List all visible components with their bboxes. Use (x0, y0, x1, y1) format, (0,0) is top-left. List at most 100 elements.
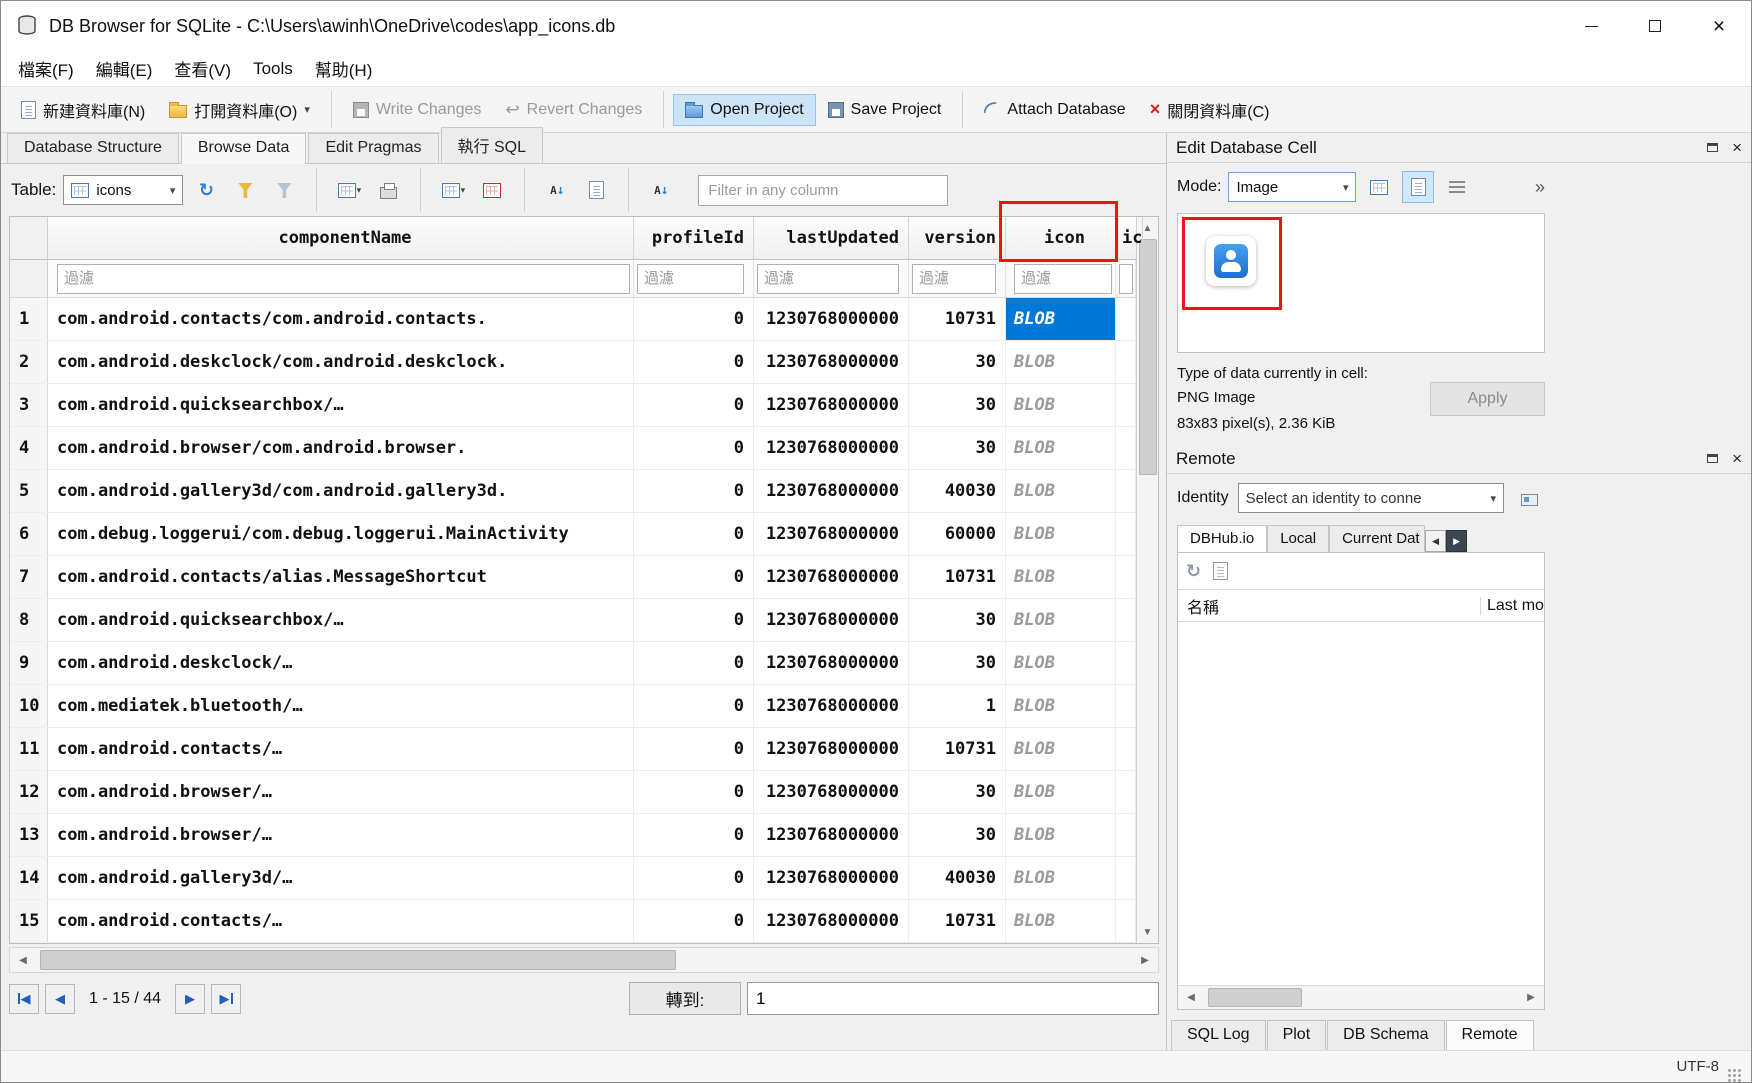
cell-component-name[interactable]: com.debug.loggerui/com.debug.loggerui.Ma… (48, 513, 634, 555)
filter-input-version[interactable] (912, 264, 996, 294)
cell-component-name[interactable]: com.android.quicksearchbox/… (48, 599, 634, 641)
filter-button[interactable] (229, 174, 261, 206)
scroll-left-icon[interactable]: ◀ (10, 948, 36, 972)
cell-icon-blob[interactable]: BLOB (1006, 384, 1116, 426)
tab-browse-data[interactable]: Browse Data (181, 133, 307, 164)
new-database-button[interactable]: 新建資料庫(N) (9, 91, 157, 129)
cell-last-updated[interactable]: 1230768000000 (754, 642, 909, 684)
import-data-button[interactable] (1363, 171, 1395, 203)
cell-profile-id[interactable]: 0 (634, 857, 754, 899)
refresh-button[interactable]: ↻ (190, 174, 222, 206)
cell-component-name[interactable]: com.android.contacts/alias.MessageShortc… (48, 556, 634, 598)
delete-record-button[interactable] (476, 174, 508, 206)
list-column-last-modified[interactable]: Last mo (1480, 597, 1544, 615)
cell-version[interactable]: 30 (909, 427, 1006, 469)
cell-partial[interactable] (1116, 685, 1136, 727)
save-filter-view-button[interactable] (580, 174, 612, 206)
cell-component-name[interactable]: com.android.browser/… (48, 771, 634, 813)
cell-last-updated[interactable]: 1230768000000 (754, 556, 909, 598)
open-database-dropdown-icon[interactable]: ▾ (304, 103, 310, 116)
menu-help[interactable]: 幫助(H) (304, 51, 384, 86)
remote-list-body[interactable] (1178, 622, 1544, 985)
remote-refresh-icon[interactable]: ↻ (1186, 561, 1201, 582)
cell-icon-blob[interactable]: BLOB (1006, 771, 1116, 813)
cell-version[interactable]: 30 (909, 642, 1006, 684)
menu-edit[interactable]: 編輯(E) (85, 51, 164, 86)
cell-component-name[interactable]: com.android.browser/com.android.browser. (48, 427, 634, 469)
cell-last-updated[interactable]: 1230768000000 (754, 857, 909, 899)
tab-scroll-left-icon[interactable]: ◀ (1425, 530, 1446, 552)
cell-component-name[interactable]: com.android.gallery3d/… (48, 857, 634, 899)
cell-version[interactable]: 30 (909, 384, 1006, 426)
remote-scrollbar-thumb[interactable] (1208, 988, 1302, 1007)
dock-tab-sql-log[interactable]: SQL Log (1171, 1020, 1266, 1050)
close-database-button[interactable]: × 關閉資料庫(C) (1138, 91, 1282, 129)
column-header-componentName[interactable]: componentName (48, 217, 634, 259)
edit-record-dropdown-button[interactable]: ▾ (333, 174, 365, 206)
cell-partial[interactable] (1116, 298, 1136, 340)
cell-component-name[interactable]: com.android.contacts/com.android.contact… (48, 298, 634, 340)
cell-component-name[interactable]: com.android.gallery3d/com.android.galler… (48, 470, 634, 512)
clone-database-icon[interactable] (1213, 562, 1228, 580)
column-header-profileId[interactable]: profileId (634, 217, 754, 259)
first-page-button[interactable]: ◀ (9, 984, 39, 1014)
mode-select[interactable]: Image ▾ (1228, 172, 1356, 202)
cell-partial[interactable] (1116, 900, 1136, 942)
cell-partial[interactable] (1116, 814, 1136, 856)
cell-last-updated[interactable]: 1230768000000 (754, 728, 909, 770)
cell-icon-blob[interactable]: BLOB (1006, 900, 1116, 942)
tab-execute-sql[interactable]: 執行 SQL (441, 127, 543, 163)
cell-partial[interactable] (1116, 556, 1136, 598)
cell-partial[interactable] (1116, 341, 1136, 383)
cell-profile-id[interactable]: 0 (634, 728, 754, 770)
horizontal-scrollbar-track[interactable] (36, 948, 1132, 972)
global-filter-input[interactable] (698, 175, 948, 206)
cell-icon-blob[interactable]: BLOB (1006, 341, 1116, 383)
menu-tools[interactable]: Tools (242, 54, 304, 84)
menu-file[interactable]: 檔案(F) (7, 51, 85, 86)
cell-icon-blob[interactable]: BLOB (1006, 685, 1116, 727)
filter-input-profileId[interactable] (637, 264, 744, 294)
toolbar-overflow-icon[interactable]: » (1535, 177, 1545, 198)
cell-icon-blob[interactable]: BLOB (1006, 728, 1116, 770)
new-record-dropdown-button[interactable]: ▾ (437, 174, 469, 206)
resize-grip[interactable] (1727, 1068, 1741, 1082)
cell-version[interactable]: 10731 (909, 900, 1006, 942)
cell-component-name[interactable]: com.android.deskclock/com.android.deskcl… (48, 341, 634, 383)
sort-asc-button[interactable]: A↓ (541, 174, 573, 206)
filter-input-icon[interactable] (1014, 264, 1112, 294)
filter-input-partial[interactable] (1119, 264, 1133, 294)
cell-last-updated[interactable]: 1230768000000 (754, 341, 909, 383)
cell-version[interactable]: 30 (909, 599, 1006, 641)
scroll-right-icon[interactable]: ▶ (1132, 948, 1158, 972)
cell-version[interactable]: 30 (909, 771, 1006, 813)
open-database-button[interactable]: 打開資料庫(O) ▾ (157, 91, 322, 129)
cell-last-updated[interactable]: 1230768000000 (754, 384, 909, 426)
column-header-version[interactable]: version (909, 217, 1006, 259)
cell-version[interactable]: 10731 (909, 728, 1006, 770)
cell-icon-blob[interactable]: BLOB (1006, 556, 1116, 598)
cell-profile-id[interactable]: 0 (634, 427, 754, 469)
cell-last-updated[interactable]: 1230768000000 (754, 814, 909, 856)
print-button[interactable] (372, 174, 404, 206)
cell-profile-id[interactable]: 0 (634, 513, 754, 555)
horizontal-scrollbar-thumb[interactable] (40, 950, 676, 970)
cell-profile-id[interactable]: 0 (634, 771, 754, 813)
cell-partial[interactable] (1116, 728, 1136, 770)
tab-scroll-right-icon[interactable]: ▶ (1446, 530, 1467, 552)
previous-page-button[interactable]: ◀ (45, 984, 75, 1014)
filter-input-componentName[interactable] (57, 264, 630, 294)
dock-tab-plot[interactable]: Plot (1267, 1020, 1327, 1050)
cell-version[interactable]: 30 (909, 814, 1006, 856)
word-wrap-button[interactable] (1441, 171, 1473, 203)
cell-icon-blob[interactable]: BLOB (1006, 470, 1116, 512)
cell-partial[interactable] (1116, 771, 1136, 813)
attach-database-button[interactable]: ⌒ Attach Database (972, 91, 1137, 129)
text-view-toggle-button[interactable] (1402, 171, 1434, 203)
scroll-down-icon[interactable]: ▼ (1137, 921, 1158, 943)
cell-version[interactable]: 1 (909, 685, 1006, 727)
identity-select[interactable]: Select an identity to conne ▾ (1238, 483, 1504, 513)
cell-partial[interactable] (1116, 599, 1136, 641)
cell-version[interactable]: 40030 (909, 857, 1006, 899)
remote-horizontal-scrollbar[interactable]: ◀ ▶ (1178, 985, 1544, 1009)
